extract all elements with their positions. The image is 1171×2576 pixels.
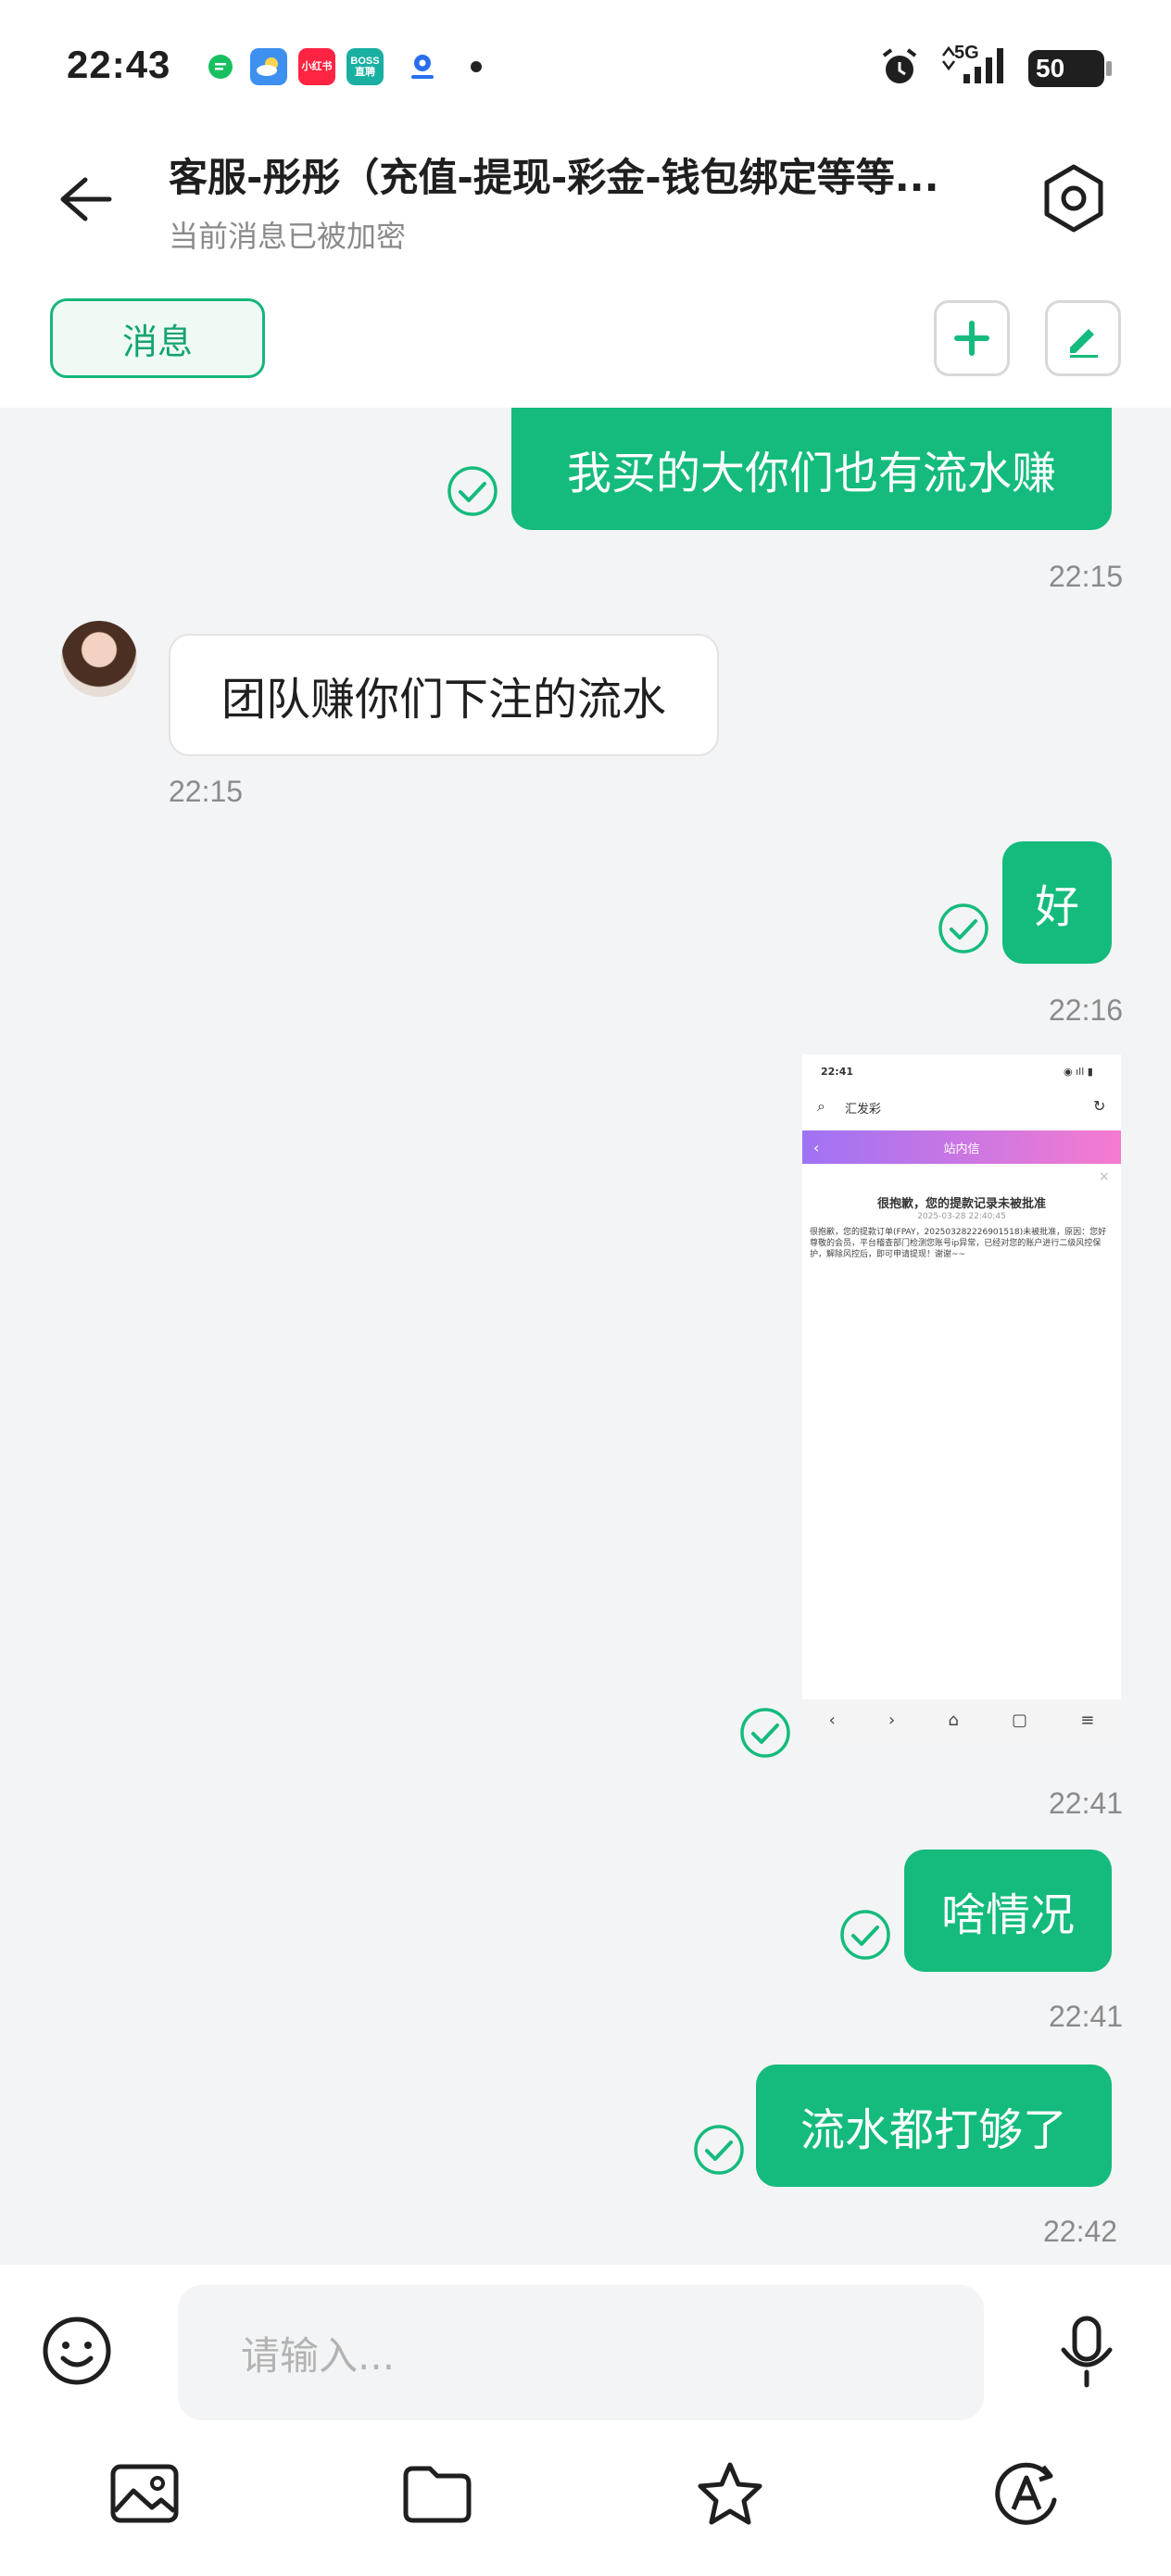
encryption-notice: 当前消息已被加密: [169, 219, 407, 254]
weather-icon: [250, 48, 287, 85]
thumb-refresh-icon: ↻: [1093, 1097, 1106, 1115]
status-time: 22:43: [67, 43, 171, 86]
sent-check-icon: [938, 903, 988, 953]
map-icon: [404, 48, 441, 85]
signal-icon: 5G: [938, 43, 1012, 93]
tab-messages[interactable]: 消息: [50, 298, 265, 378]
auto-translate-icon[interactable]: [991, 2459, 1062, 2533]
message-time: 22:42: [1043, 2215, 1118, 2248]
message-time: 22:15: [169, 775, 244, 808]
thumb-status-time: 22:41: [821, 1066, 854, 1078]
battery-icon: 50: [1028, 50, 1112, 87]
image-message-thumbnail[interactable]: 22:41 ◉ ıll ▮ ⌕ 汇发彩 ↻ ‹ 站内信 × 很抱歉，您的提款记录…: [802, 1054, 1121, 1740]
thumb-date: 2025-03-28 22:40:45: [917, 1212, 1006, 1221]
sent-check-icon: [447, 466, 497, 516]
microphone-icon[interactable]: [1056, 2315, 1117, 2393]
message-time: 22:16: [1049, 993, 1124, 1027]
sent-check-icon: [740, 1708, 790, 1758]
thumb-close-icon: ×: [1099, 1169, 1110, 1184]
alarm-icon: [876, 44, 923, 95]
message-time: 22:41: [1049, 1787, 1124, 1820]
add-button[interactable]: [934, 300, 1010, 376]
chat-title: 客服-彤彤（充值-提现-彩金-钱包绑定等等...: [169, 155, 939, 200]
network-label: 5G: [954, 43, 979, 63]
sent-check-icon: [840, 1910, 890, 1960]
sent-check-icon: [694, 2125, 744, 2175]
message-bubble-out[interactable]: 我买的大你们也有流水赚: [511, 408, 1112, 530]
message-bubble-out[interactable]: 好: [1002, 841, 1112, 964]
thumb-search-text: 汇发彩: [845, 1103, 882, 1117]
message-bubble-out[interactable]: 流水都打够了: [756, 2065, 1112, 2187]
message-input[interactable]: 请输入...: [178, 2285, 984, 2420]
thumb-back-icon: ‹: [813, 1138, 820, 1156]
thumb-bar-title: 站内信: [943, 1142, 980, 1156]
message-bubble-in[interactable]: 团队赚你们下注的流水: [169, 634, 719, 756]
thumb-body: 很抱歉，您的提款订单(FPAY，202503282226901518)未被批准，…: [810, 1228, 1107, 1259]
edit-button[interactable]: [1045, 300, 1121, 376]
thumb-search-icon: ⌕: [817, 1097, 825, 1115]
plus-icon: [954, 321, 989, 356]
chat-area[interactable]: 我买的大你们也有流水赚 22:15 团队赚你们下注的流水 22:15 好 22:…: [0, 408, 1171, 2265]
more-notifications-dot: [471, 61, 482, 72]
settings-hexagon-icon[interactable]: [1041, 163, 1106, 237]
contact-avatar[interactable]: [61, 621, 137, 697]
emoji-icon[interactable]: [41, 2315, 113, 2391]
message-time: 22:41: [1049, 2000, 1124, 2033]
pencil-icon: [1070, 329, 1098, 358]
xiaohongshu-icon: 小红书: [298, 48, 335, 85]
thumb-heading: 很抱歉，您的提款记录未被批准: [876, 1197, 1046, 1211]
star-favorite-icon[interactable]: [695, 2459, 765, 2533]
thumb-nav-bar: ‹ › ⌂ ▢ ≡: [802, 1699, 1121, 1740]
folder-icon[interactable]: [402, 2465, 472, 2528]
battery-level: 50: [1036, 54, 1065, 82]
thumb-title-bar: ‹ 站内信: [802, 1130, 1121, 1164]
image-gallery-icon[interactable]: [109, 2463, 180, 2528]
message-time: 22:15: [1049, 560, 1124, 593]
messages-icon: [202, 48, 239, 85]
boss-icon: BOSS 直聘: [346, 48, 384, 85]
thumb-status-icons: ◉ ıll ▮: [1064, 1066, 1093, 1078]
back-arrow-icon[interactable]: [52, 167, 117, 235]
message-bubble-out[interactable]: 啥情况: [904, 1850, 1112, 1972]
